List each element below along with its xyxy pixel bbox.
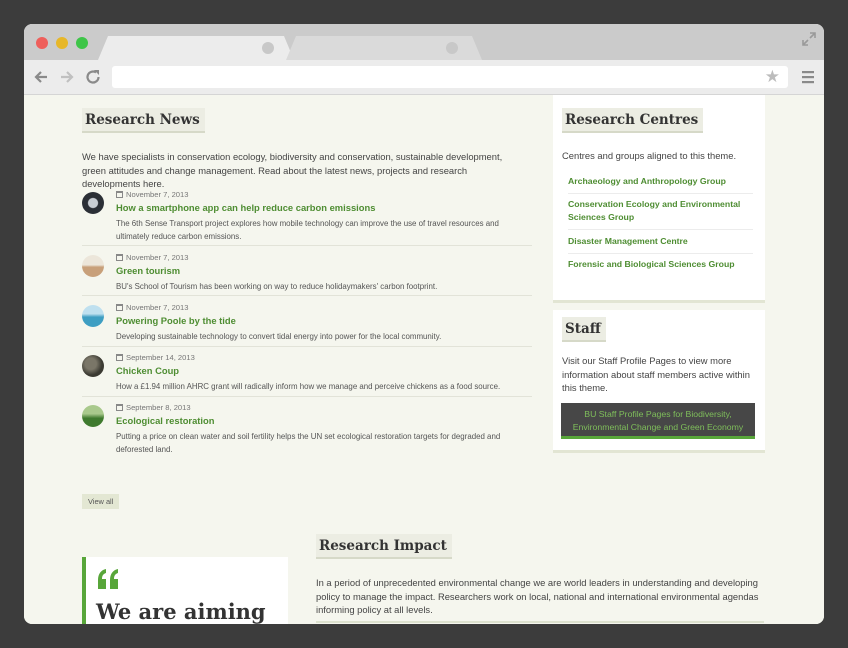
browser-tab-inactive[interactable] xyxy=(286,36,482,60)
news-thumbnail-smartphone[interactable] xyxy=(82,192,104,214)
news-thumbnail-tourism[interactable] xyxy=(82,255,104,277)
quote-card: We are aiming to equip people xyxy=(82,557,288,624)
tab-close-icon[interactable] xyxy=(262,42,274,54)
research-centre-link-disaster[interactable]: Disaster Management Centre xyxy=(568,235,753,248)
news-description: The 6th Sense Transport project explores… xyxy=(116,219,499,241)
research-centres-card: Research Centres Centres and groups alig… xyxy=(553,95,765,303)
news-date: November 7, 2013 xyxy=(126,253,189,262)
browser-toolbar: ★ xyxy=(24,60,824,95)
staff-intro: Visit our Staff Profile Pages to view mo… xyxy=(562,355,750,393)
staff-heading: Staff xyxy=(562,317,606,342)
research-impact-text: In a period of unprecedented environment… xyxy=(316,577,759,615)
research-news-intro: We have specialists in conservation ecol… xyxy=(82,151,503,189)
research-news-heading: Research News xyxy=(82,108,205,133)
close-window-button[interactable] xyxy=(36,37,48,49)
minimize-window-button[interactable] xyxy=(56,37,68,49)
forward-icon[interactable] xyxy=(58,68,76,86)
news-thumbnail-tide[interactable] xyxy=(82,305,104,327)
tab-strip xyxy=(24,24,824,60)
news-item: November 7, 2013 Green tourism BU's Scho… xyxy=(82,253,532,296)
news-description: BU's School of Tourism has been working … xyxy=(116,282,438,291)
back-icon[interactable] xyxy=(32,68,50,86)
news-title-link[interactable]: How a smartphone app can help reduce car… xyxy=(116,202,375,213)
staff-profile-pages-button[interactable]: BU Staff Profile Pages for Biodiversity,… xyxy=(561,403,755,439)
research-impact-heading: Research Impact xyxy=(316,534,452,559)
research-centre-link-forensic[interactable]: Forensic and Biological Sciences Group xyxy=(568,258,753,271)
research-centres-intro: Centres and groups aligned to this theme… xyxy=(562,150,737,161)
news-description: How a £1.94 million AHRC grant will radi… xyxy=(116,382,501,391)
calendar-icon xyxy=(116,404,123,411)
browser-tab-active[interactable] xyxy=(98,36,294,60)
calendar-icon xyxy=(116,254,123,261)
news-title-link[interactable]: Ecological restoration xyxy=(116,415,214,426)
news-title-link[interactable]: Green tourism xyxy=(116,265,180,276)
browser-window: ★ Research News We have specialists in c… xyxy=(24,24,824,624)
research-centres-heading: Research Centres xyxy=(562,108,704,133)
news-description: Putting a price on clean water and soil … xyxy=(116,432,501,454)
calendar-icon xyxy=(116,191,123,198)
calendar-icon xyxy=(116,304,123,311)
tab-close-icon[interactable] xyxy=(446,42,458,54)
news-title-link[interactable]: Powering Poole by the tide xyxy=(116,315,236,326)
address-bar[interactable]: ★ xyxy=(112,66,788,88)
news-title-link[interactable]: Chicken Coup xyxy=(116,365,179,376)
bookmark-star-icon[interactable]: ★ xyxy=(765,68,780,86)
news-item: September 8, 2013 Ecological restoration… xyxy=(82,403,532,461)
divider xyxy=(316,621,764,623)
news-description: Developing sustainable technology to con… xyxy=(116,332,442,341)
menu-icon[interactable] xyxy=(802,70,814,84)
news-thumbnail-chickens[interactable] xyxy=(82,355,104,377)
quote-text: We are aiming to equip people xyxy=(96,599,266,624)
quote-icon xyxy=(98,569,118,589)
calendar-icon xyxy=(116,354,123,361)
news-date: September 14, 2013 xyxy=(126,353,195,362)
view-all-button[interactable]: View all xyxy=(82,494,120,509)
web-page: Research News We have specialists in con… xyxy=(24,95,824,624)
research-centre-link-conservation[interactable]: Conservation Ecology and Environmental S… xyxy=(568,198,753,224)
news-date: November 7, 2013 xyxy=(126,190,189,199)
news-date: November 7, 2013 xyxy=(126,303,189,312)
reload-icon[interactable] xyxy=(84,68,102,86)
staff-card: Staff Visit our Staff Profile Pages to v… xyxy=(553,310,765,453)
news-item: November 7, 2013 How a smartphone app ca… xyxy=(82,190,532,246)
expand-icon[interactable] xyxy=(802,32,816,46)
news-thumbnail-restoration[interactable] xyxy=(82,405,104,427)
research-centre-link-archaeology[interactable]: Archaeology and Anthropology Group xyxy=(568,175,753,188)
news-date: September 8, 2013 xyxy=(126,403,191,412)
news-item: September 14, 2013 Chicken Coup How a £1… xyxy=(82,353,532,397)
maximize-window-button[interactable] xyxy=(76,37,88,49)
news-item: November 7, 2013 Powering Poole by the t… xyxy=(82,303,532,347)
